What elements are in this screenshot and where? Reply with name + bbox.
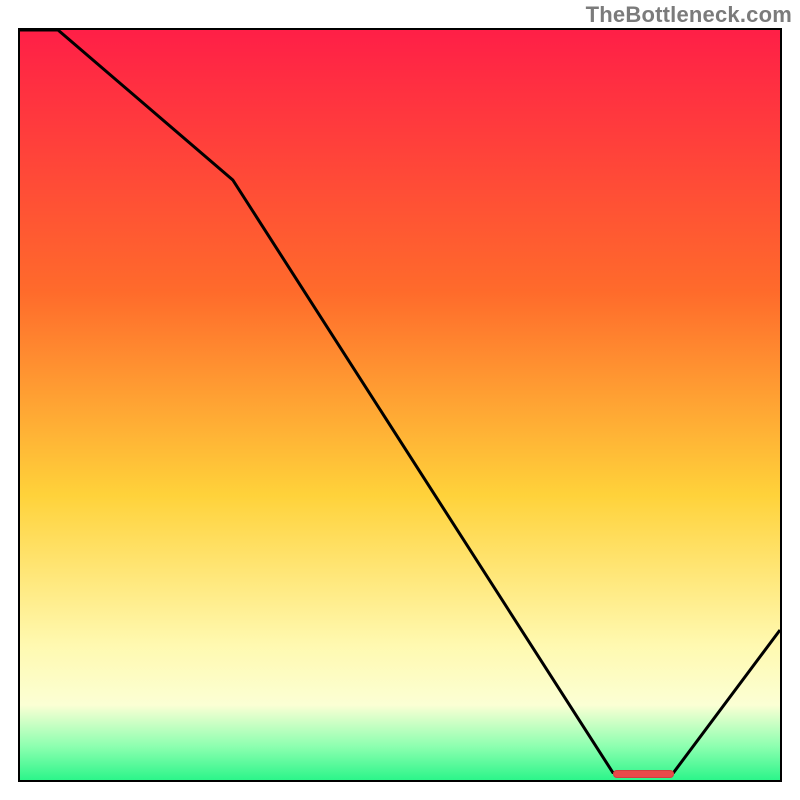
chart-background (20, 30, 780, 780)
optimum-marker (613, 770, 674, 778)
chart-svg (20, 30, 780, 780)
chart-stage: TheBottleneck.com (0, 0, 800, 800)
plot-frame (18, 28, 782, 782)
watermark-text: TheBottleneck.com (586, 2, 792, 28)
